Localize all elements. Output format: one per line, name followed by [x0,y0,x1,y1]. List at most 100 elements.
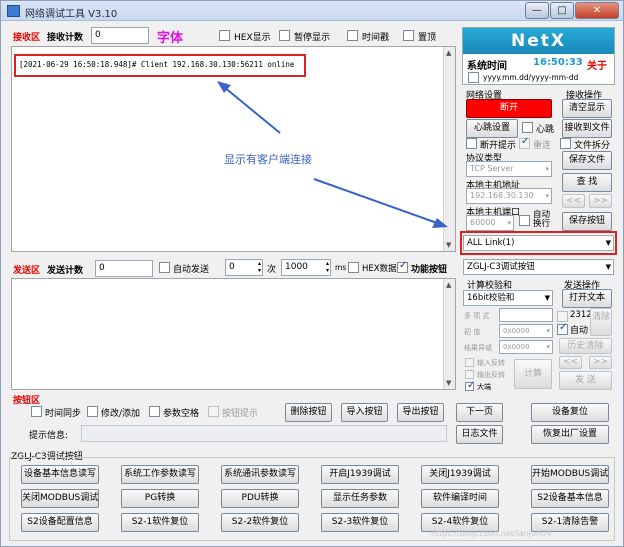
hex-display-checkbox[interactable] [219,30,230,41]
netx-panel: NetX 系统时间 16:50:33 关于 yyyy.mm.dd/yyyy-mm… [462,27,615,85]
date-format-label: yyyy.mm.dd/yyyy-mm-dd [483,73,579,82]
history-next-button[interactable]: >> [589,356,612,369]
import-button[interactable]: 导入按钮 [341,403,388,422]
protocol-combo[interactable]: TCP Server ▾ [466,161,552,177]
modify-add-checkbox[interactable] [87,406,98,417]
receive-area-label: 接收区 [13,33,41,43]
polynomial-field[interactable] [499,308,553,322]
stop-modbus-debug-button[interactable]: 关闭MODBUS调试 [21,489,99,508]
device-combo[interactable]: ZGLJ-C3调试按钮 ▼ [463,259,614,275]
open-text-button[interactable]: 打开文本 [562,289,612,308]
history-clear-button[interactable]: 历史清除 [559,338,612,354]
export-button[interactable]: 导出按钮 [397,403,444,422]
find-next-button[interactable]: >> [589,194,612,208]
chevron-down-icon: ▾ [545,192,549,200]
pause-display-checkbox[interactable] [279,30,290,41]
port-combo[interactable]: 60000 ▾ [466,215,514,231]
enable-j1939-debug-button[interactable]: 开启J1939调试 [321,465,399,484]
device-reset-button[interactable]: 设备复位 [531,403,609,422]
software-build-time-button[interactable]: 软件编译时间 [421,489,499,508]
device-info-rw-button[interactable]: 设备基本信息读写 [21,465,99,484]
s2-3-soft-reset-button[interactable]: S2-3软件复位 [321,513,399,532]
s2-1-soft-reset-button[interactable]: S2-1软件复位 [121,513,199,532]
find-prev-button[interactable]: << [562,194,585,208]
split-file-checkbox[interactable] [560,138,571,149]
s2-device-config-button[interactable]: S2设备配置信息 [21,513,99,532]
timestamp-checkbox[interactable] [347,30,358,41]
factory-reset-button[interactable]: 恢复出厂设置 [531,425,609,444]
next-page-button[interactable]: 下一页 [456,403,503,422]
history-prev-button[interactable]: << [559,356,582,369]
disconnect-button[interactable]: 断开 [466,99,552,118]
auto-checkbox[interactable] [557,322,568,335]
send-textarea[interactable]: ▲ ▼ [11,278,456,390]
link-combo[interactable]: ALL Link(1) ▼ [463,235,614,251]
host-combo[interactable]: 192.168.30.130 ▾ [466,188,552,204]
app-icon [7,5,20,17]
heartbeat-settings-button[interactable]: 心跳设置 [466,119,518,138]
clear-calc-button[interactable]: 清除 [590,308,612,336]
scroll-up-icon[interactable]: ▲ [446,281,451,289]
time-sync-checkbox[interactable] [31,406,42,417]
receive-textarea[interactable]: ▲ ▼ [2021-06-29 16:50:18.948]# Client 19… [11,46,456,252]
save-buttons-button[interactable]: 保存按钮 [562,212,612,231]
system-time-value: 16:50:33 [533,57,583,68]
find-button[interactable]: 查 找 [562,173,612,192]
disable-j1939-debug-button[interactable]: 关闭J1939调试 [421,465,499,484]
font-button[interactable]: 字体 [157,27,183,46]
chevron-down-icon: ▾ [546,343,550,351]
output-reverse-checkbox[interactable] [465,370,474,379]
xor-combo[interactable]: 0x0000 ▾ [499,340,553,354]
param-space-checkbox[interactable] [149,406,160,417]
save-file-button[interactable]: 保存文件 [562,151,612,170]
auto-send-label: 自动发送 [173,265,210,275]
button-tip-checkbox[interactable] [208,406,219,417]
disconnect-prompt-checkbox[interactable] [466,138,477,149]
calculate-button[interactable]: 计算 [514,359,552,389]
chevron-down-icon: ▾ [545,165,549,173]
minimize-button[interactable]: — [525,2,549,19]
pin-top-checkbox[interactable] [403,30,414,41]
pg-convert-button[interactable]: PG转换 [121,489,199,508]
interval-spinner[interactable]: 1000 ▴ ▾ [281,259,331,276]
spinner-arrows-icon[interactable]: ▴ ▾ [258,260,261,274]
heartbeat-checkbox[interactable] [522,122,533,133]
interval-value: 1000 [285,262,308,272]
about-link[interactable]: 关于 [587,57,607,72]
send-button[interactable]: 发 送 [559,371,612,390]
function-buttons-checkbox[interactable] [397,260,408,273]
spinner-arrows-icon[interactable]: ▴ ▾ [326,260,329,274]
chevron-down-icon: ▼ [544,294,550,302]
input-reverse-checkbox[interactable] [465,358,474,367]
system-comm-params-button[interactable]: 系统通讯参数读写 [221,465,299,484]
auto-wrap-label: 自动换行 [533,210,551,229]
send-scrollbar[interactable]: ▲ ▼ [443,279,455,389]
system-work-params-button[interactable]: 系统工作参数读写 [121,465,199,484]
s2-2-soft-reset-button[interactable]: S2-2软件复位 [221,513,299,532]
s2-device-info-button[interactable]: S2设备基本信息 [531,489,609,508]
delete-button[interactable]: 删除按钮 [285,403,332,422]
date-format-checkbox[interactable] [468,72,479,83]
receive-to-file-button[interactable]: 接收到文件 [562,119,612,138]
reconnect-checkbox[interactable] [519,136,530,149]
start-modbus-debug-button[interactable]: 开始MODBUS调试 [531,465,609,484]
window-title: 网络调试工具 V3.10 [25,9,118,20]
log-file-button[interactable]: 日志文件 [456,425,503,444]
disconnect-prompt-label: 断开提示 [480,141,517,151]
auto-wrap-checkbox[interactable] [519,215,530,226]
scroll-down-icon[interactable]: ▼ [446,379,451,387]
pdu-convert-button[interactable]: PDU转换 [221,489,299,508]
hex-data-checkbox[interactable] [348,262,359,273]
maximize-button[interactable]: □ [550,2,574,19]
close-button[interactable]: ✕ [575,2,619,19]
clear-display-button[interactable]: 清空显示 [562,99,612,118]
auto-send-checkbox[interactable] [159,262,170,273]
checksum-combo[interactable]: 16bit校验和 ▼ [463,290,553,306]
show-task-params-button[interactable]: 显示任务参数 [321,489,399,508]
polynomial-label: 多 项 式 [464,312,490,320]
chk-2312-checkbox[interactable] [557,311,568,322]
big-endian-checkbox[interactable] [465,380,475,391]
send-times-spinner[interactable]: 0 ▴ ▾ [225,259,263,276]
big-endian-label: 大端 [477,383,491,391]
init-value-combo[interactable]: 0x0000 ▾ [499,324,553,338]
